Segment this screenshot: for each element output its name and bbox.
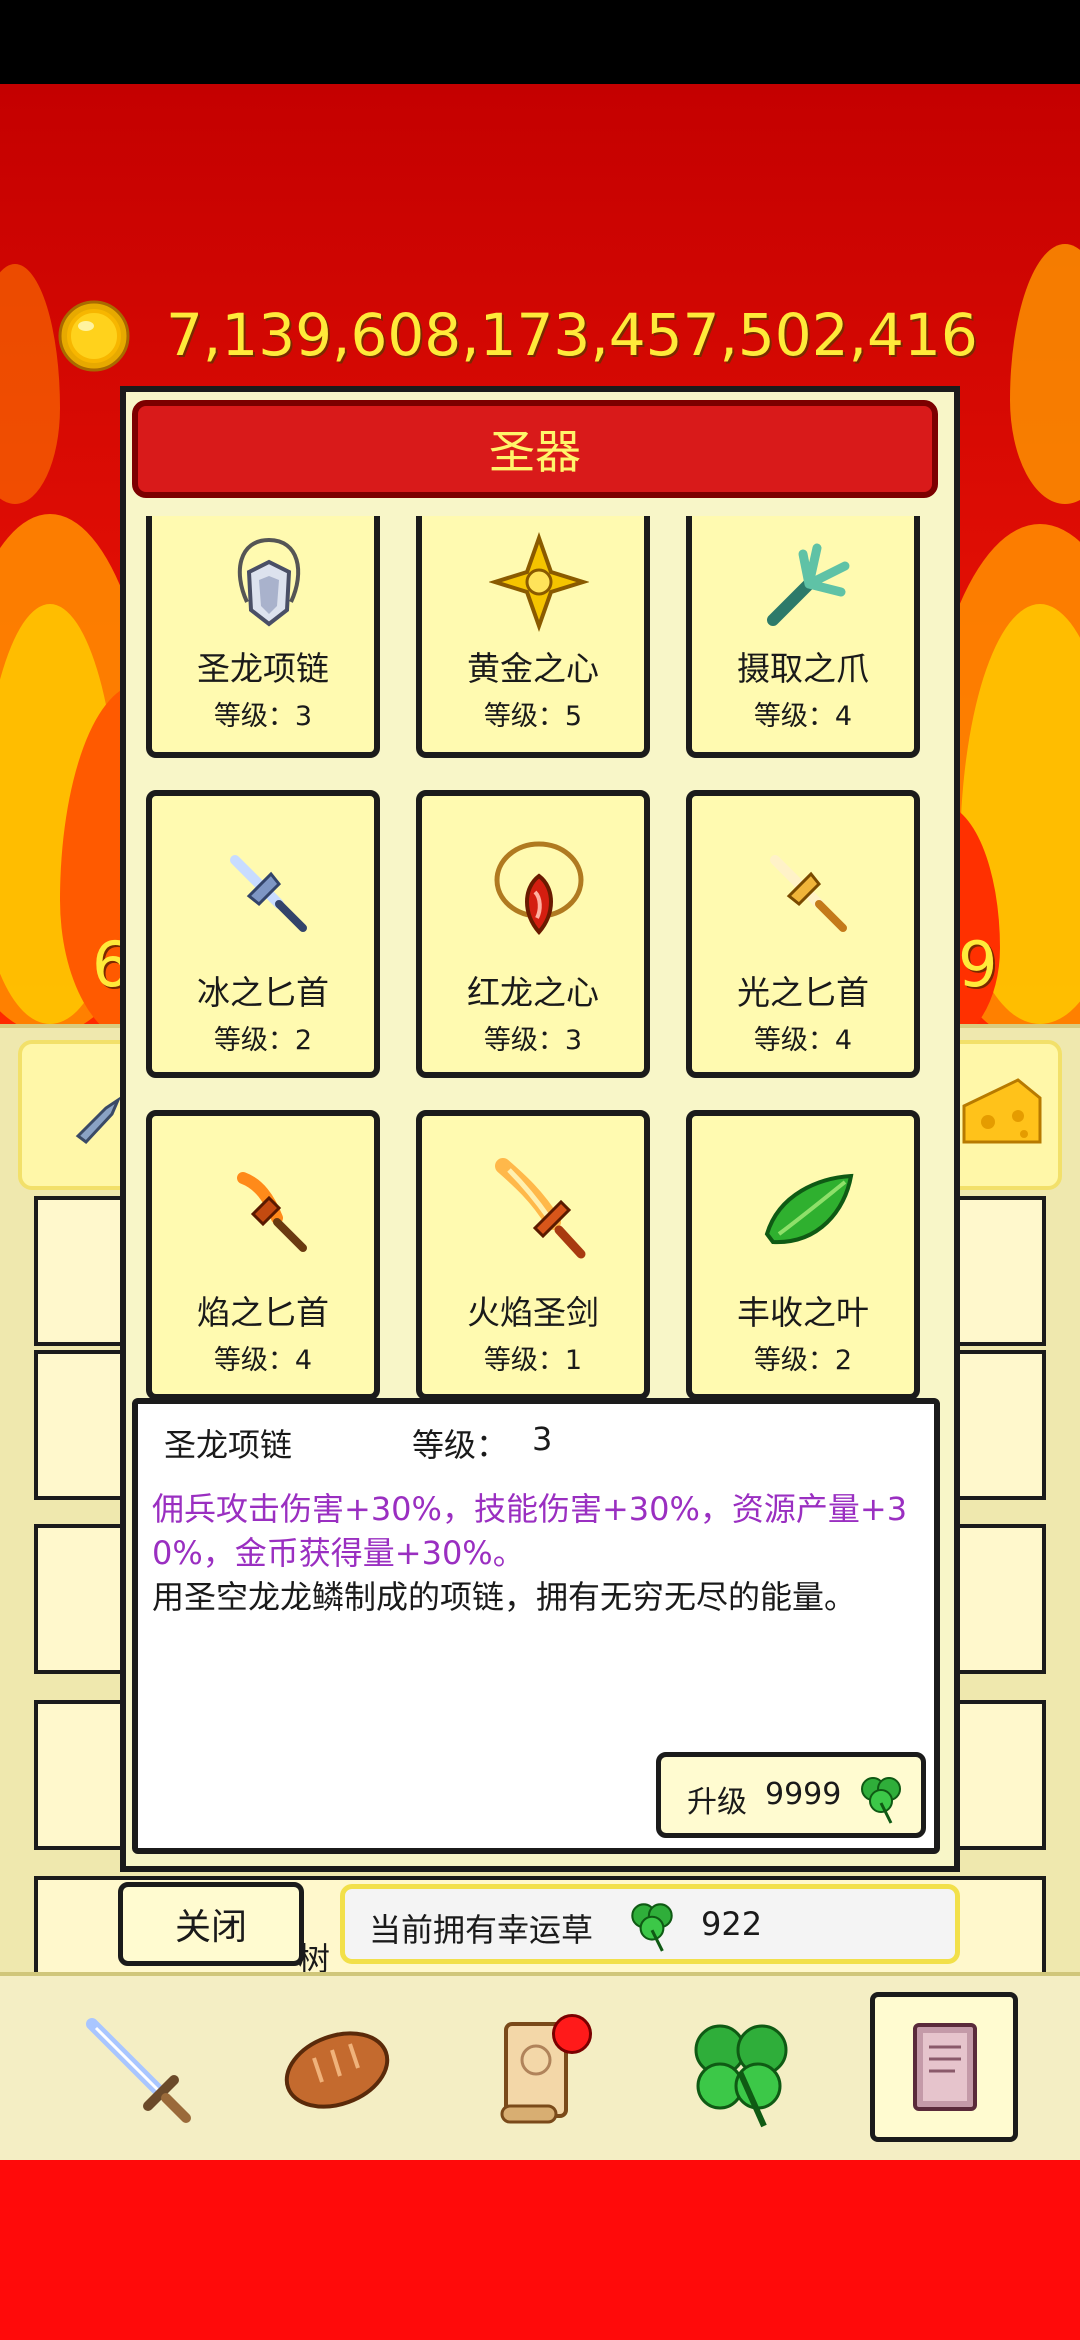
nav-scroll-button[interactable] [462,1994,612,2144]
bread-icon [284,2031,390,2109]
dialog-title-text: 圣器 [489,425,581,479]
artifact-level: 等级：4 [753,1025,853,1056]
sword-icon [86,2018,191,2123]
clover-icon [694,2024,788,2128]
detail-level-value: 3 [532,1420,553,1458]
clover-count: 922 [701,1905,763,1943]
artifact-level: 等级：3 [213,701,313,732]
artifact-level: 等级：1 [483,1345,583,1376]
nav-sword-button[interactable] [62,1994,212,2144]
artifact-name: 红龙之心 [467,973,599,1012]
clover-balance: 当前拥有幸运草 922 [340,1884,960,1964]
detail-level-label: 等级： [412,1426,509,1464]
bottom-area [0,2160,1080,2340]
detail-name: 圣龙项链 [164,1426,293,1464]
artifact-name: 丰收之叶 [737,1293,869,1332]
red-dragon-heart-icon [494,841,584,936]
artifact-level: 等级：4 [213,1345,313,1376]
harvest-leaf-icon [764,1173,854,1245]
artifact-name: 黄金之心 [467,649,599,688]
artifact-level: 等级：2 [753,1345,853,1376]
cheese-icon [958,1072,1044,1156]
flame-dagger-icon [237,1172,307,1252]
artifact-name: 火焰圣剑 [467,1293,599,1332]
artifact-card-dragon-necklace[interactable]: 圣龙项链 等级：3 [146,516,380,758]
artifact-name: 光之匕首 [737,973,869,1012]
artifact-card-flame-dagger[interactable]: 焰之匕首 等级：4 [146,1110,380,1400]
artifact-level: 等级：2 [213,1025,313,1056]
book-icon [913,2023,977,2111]
dragon-necklace-icon [237,538,301,627]
artifact-name: 圣龙项链 [197,649,329,688]
artifact-card-golden-heart[interactable]: 黄金之心 等级：5 [416,516,650,758]
upgrade-label: 升级 [687,1785,747,1820]
artifact-card-red-dragon-heart[interactable]: 红龙之心 等级：3 [416,790,650,1078]
gold-amount: 7,139,608,173,457,502,416 [166,301,978,369]
detail-description: 用圣空龙龙鳞制成的项链，拥有无穷无尽的能量。 [152,1578,857,1616]
upgrade-cost: 9999 [765,1777,842,1812]
artifact-level: 等级：5 [483,701,583,732]
clover-icon [631,1903,673,1952]
nav-book-button[interactable] [870,1992,1018,2142]
artifact-level: 等级：4 [753,701,853,732]
close-button[interactable]: 关闭 [118,1882,304,1966]
artifact-card-light-dagger[interactable]: 光之匕首 等级：4 [686,790,920,1078]
upgrade-button[interactable]: 升级 9999 [656,1752,926,1838]
artifact-card-ice-dagger[interactable]: 冰之匕首 等级：2 [146,790,380,1078]
gold-coin-icon [58,300,130,372]
claw-icon [767,543,850,626]
close-label: 关闭 [174,1907,247,1948]
artifact-level: 等级：3 [483,1025,583,1056]
artifact-name: 焰之匕首 [197,1293,329,1332]
artifact-card-claw[interactable]: 摄取之爪 等级：4 [686,516,920,758]
artifact-name: 摄取之爪 [737,649,869,688]
artifact-name: 冰之匕首 [197,973,329,1012]
nav-clover-button[interactable] [666,1994,816,2144]
ice-dagger-icon [230,855,307,932]
artifact-card-harvest-leaf[interactable]: 丰收之叶 等级：2 [686,1110,920,1400]
dialog-title: 圣器 [132,400,938,498]
clover-label: 当前拥有幸运草 [369,1911,594,1949]
bg-number-right: 9 [958,928,998,1001]
scroll-icon [500,2022,568,2124]
light-dagger-icon [770,855,847,932]
golden-heart-icon [489,532,589,632]
status-bar [0,0,1080,84]
clover-icon [861,1777,901,1824]
detail-effect-line1: 佣兵攻击伤害+30%，技能伤害+30%，资源产量+3 [152,1490,908,1528]
artifact-card-flame-sword[interactable]: 火焰圣剑 等级：1 [416,1110,650,1400]
detail-effect-line2: 0%，金币获得量+30%。 [152,1534,525,1572]
notification-badge [552,2014,592,2054]
flame-sword-icon [495,1158,586,1259]
nav-bread-button[interactable] [262,1994,412,2144]
